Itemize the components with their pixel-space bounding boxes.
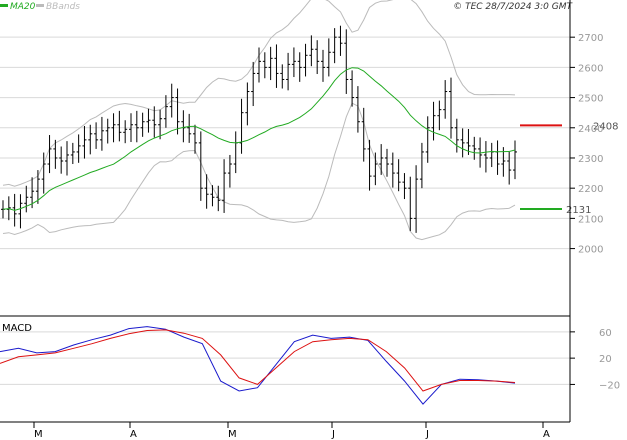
macd-tick-label: −20: [599, 380, 620, 391]
macd-panel-title: MACD: [2, 323, 32, 334]
price-tick-label: 2200: [578, 184, 603, 195]
month-label: M: [228, 429, 237, 440]
price-tick-label: 2500: [578, 94, 603, 105]
lower-band: [2, 102, 516, 241]
ma-legend-swatch: [0, 4, 8, 7]
macd-line: [0, 326, 516, 405]
price-tick-label: 2600: [578, 63, 603, 74]
stock-chart: 2408 2131 200021002200230024002500260027…: [0, 0, 620, 440]
signal-line: [0, 329, 516, 392]
macd-grid: [0, 331, 570, 385]
month-label: A: [130, 429, 137, 440]
price-tick-label: 2700: [578, 33, 603, 44]
bollinger-bands: [2, 0, 516, 241]
price-tick-label: 2000: [578, 245, 603, 256]
month-label: A: [543, 429, 550, 440]
macd-axis-ticks: 60 20 −20: [570, 328, 620, 391]
month-label: J: [425, 429, 429, 440]
ma-legend-label: MA20: [10, 2, 36, 12]
grid: [0, 36, 570, 250]
bbands-legend-swatch: [36, 4, 44, 7]
copyright-text: © TEC 28/7/2024 3:0 GMT: [453, 2, 573, 12]
month-axis: MAMJJA: [33, 422, 550, 440]
price-axis-ticks: 2000 2100 2200 2300 2400 2500 2600 2700: [570, 33, 603, 256]
macd-tick-label: 20: [599, 354, 612, 365]
moving-average-line: [2, 67, 516, 211]
price-tick-label: 2300: [578, 154, 603, 165]
macd-tick-label: 60: [599, 328, 612, 339]
month-label: J: [331, 429, 335, 440]
bbands-legend-label: BBands: [46, 2, 80, 12]
month-label: M: [34, 429, 43, 440]
price-tick-label: 2400: [578, 124, 603, 135]
price-tick-label: 2100: [578, 214, 603, 225]
